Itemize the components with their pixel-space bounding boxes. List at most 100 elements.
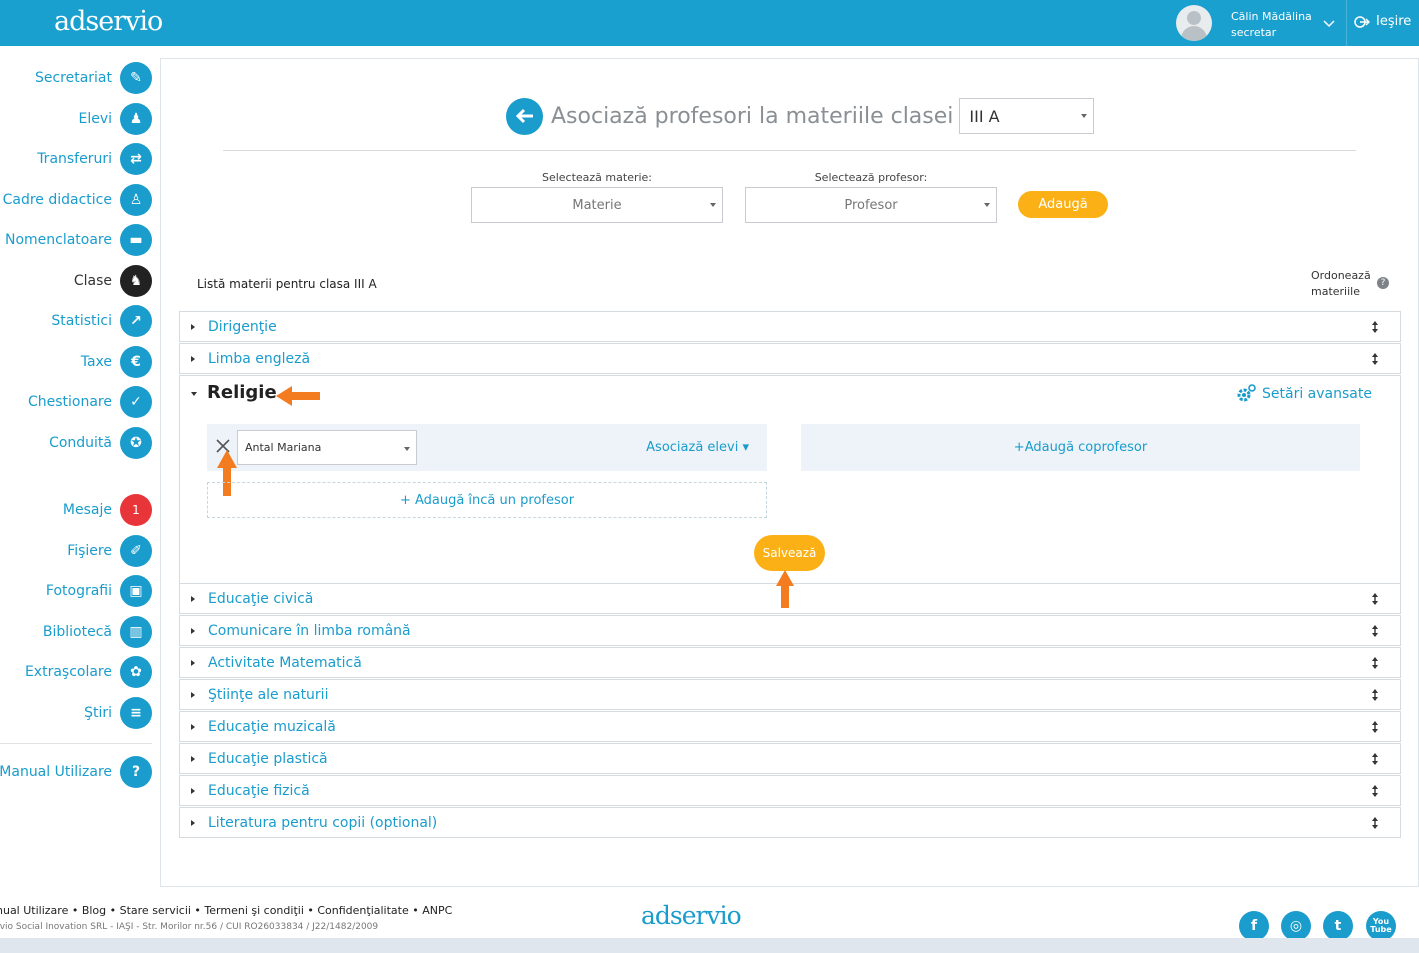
footer-company: rvio Social Inovation SRL - IAŞI - Str. … (0, 922, 379, 932)
sort-handle-icon[interactable] (1371, 817, 1379, 829)
subject-name: Educaţie muzicală (208, 718, 336, 735)
logout-label: Ieşire (1376, 14, 1412, 29)
subject-row[interactable]: Activitate Matematică (179, 647, 1401, 678)
sidebar-item-fotografii[interactable]: Fotografii ▣ (0, 574, 152, 608)
sidebar-item-biblioteca[interactable]: Bibliotecă ▥ (0, 615, 152, 649)
chevron-down-icon[interactable] (1322, 16, 1336, 30)
order-label-line: materiile (1311, 285, 1360, 298)
sidebar-item-clase[interactable]: Clase ♞ (0, 264, 152, 298)
sort-handle-icon[interactable] (1371, 689, 1379, 701)
sidebar: Secretariat ✎ Elevi ♟ Transferuri ⇄ Cadre d… (0, 46, 160, 887)
caret-right-icon (191, 787, 195, 794)
adservio-logo[interactable]: adservio (54, 6, 163, 37)
sidebar-item-taxe[interactable]: Taxe € (0, 345, 152, 379)
sidebar-item-transferuri[interactable]: Transferuri ⇄ (0, 142, 152, 176)
teacher-select[interactable]: Antal Mariana (237, 430, 417, 465)
teacher-box: Antal Mariana Asociază elevi ▾ (207, 424, 767, 471)
class-select[interactable]: III A (959, 98, 1095, 134)
add-another-teacher-button[interactable]: + Adaugă încă un profesor (207, 482, 767, 518)
class-select-value: III A (969, 106, 1000, 126)
subject-name: Comunicare în limba română (208, 622, 411, 639)
subject-name[interactable]: Religie (207, 382, 277, 403)
help-icon[interactable]: ? (1377, 277, 1389, 289)
sidebar-item-label: Transferuri (37, 151, 112, 167)
logout-button[interactable]: Ieşire (1354, 14, 1411, 29)
advanced-settings-link[interactable]: Setări avansate (1235, 384, 1372, 404)
back-button[interactable] (506, 97, 543, 135)
sort-handle-icon[interactable] (1371, 657, 1379, 669)
order-subjects-label[interactable]: Ordonează materiile (1311, 268, 1371, 300)
subject-row[interactable]: Dirigenţie (179, 311, 1401, 342)
sidebar-item-extrascolare[interactable]: Extraşcolare ✿ (0, 655, 152, 689)
page-title: Asociază profesori la materiile clasei (551, 103, 954, 129)
materie-select[interactable]: Materie (471, 187, 723, 223)
news-icon: ≡ (120, 697, 152, 729)
sort-handle-icon[interactable] (1371, 625, 1379, 637)
sidebar-item-label: Cadre didactice (2, 192, 112, 208)
caret-down-icon[interactable] (191, 392, 197, 396)
subject-name: Activitate Matematică (208, 654, 362, 671)
subject-name: Limba engleză (208, 350, 311, 367)
student-icon: ♟ (120, 103, 152, 135)
sidebar-item-label: Mesaje (62, 502, 112, 518)
sort-handle-icon[interactable] (1371, 785, 1379, 797)
caret-right-icon (191, 659, 195, 666)
user-avatar[interactable] (1176, 5, 1212, 41)
caret-right-icon (191, 355, 195, 362)
sidebar-item-elevi[interactable]: Elevi ♟ (0, 102, 152, 136)
subject-row[interactable]: Educaţie muzicală (179, 711, 1401, 742)
sort-handle-icon[interactable] (1371, 753, 1379, 765)
logout-icon (1354, 15, 1370, 28)
profesor-select-value: Profesor (844, 197, 898, 213)
user-role: secretar (1231, 26, 1277, 39)
subject-expanded: Religie Setări avansate Antal Mariana As… (179, 375, 1401, 584)
youtube-icon[interactable]: You Tube (1366, 911, 1396, 941)
divider (1346, 0, 1347, 46)
sort-handle-icon[interactable] (1371, 721, 1379, 733)
footer-logo[interactable]: adservio (641, 901, 742, 930)
twitter-icon[interactable]: t (1323, 911, 1353, 941)
sidebar-item-chestionare[interactable]: Chestionare ✓ (0, 385, 152, 419)
facebook-icon[interactable]: f (1239, 911, 1269, 941)
caret-right-icon (191, 627, 195, 634)
sidebar-item-secretariat[interactable]: Secretariat ✎ (0, 61, 152, 95)
subject-name: Educaţie fizică (208, 782, 310, 799)
subject-row[interactable]: Comunicare în limba română (179, 615, 1401, 646)
teacher-select-value: Antal Mariana (245, 441, 322, 454)
advanced-settings-label: Setări avansate (1262, 386, 1372, 402)
subject-row[interactable]: Limba engleză (179, 343, 1401, 374)
transfer-icon: ⇄ (120, 143, 152, 175)
classes-icon: ♞ (120, 265, 152, 297)
sort-handle-icon[interactable] (1371, 321, 1379, 333)
subject-row[interactable]: Literatura pentru copii (optional) (179, 807, 1401, 838)
sidebar-item-fisiere[interactable]: Fişiere ✐ (0, 534, 152, 568)
save-button[interactable]: Salvează (754, 535, 825, 571)
subject-name: Educaţie civică (208, 590, 314, 607)
sidebar-item-label: Taxe (80, 354, 112, 370)
instagram-icon[interactable]: ◎ (1281, 911, 1311, 941)
subject-row[interactable]: Educaţie fizică (179, 775, 1401, 806)
add-button[interactable]: Adaugă (1018, 191, 1108, 218)
sidebar-item-manual[interactable]: Manual Utilizare? (0, 755, 152, 789)
profesor-select[interactable]: Profesor (745, 187, 997, 223)
conduct-icon: ✪ (120, 427, 152, 459)
sort-handle-icon[interactable] (1371, 353, 1379, 365)
sidebar-item-stiri[interactable]: Ştiri ≡ (0, 696, 152, 730)
sidebar-item-cadre-didactice[interactable]: Cadre didactice ♙ (0, 183, 152, 217)
subject-row[interactable]: Ştiinţe ale naturii (179, 679, 1401, 710)
associate-students-link[interactable]: Asociază elevi ▾ (646, 440, 749, 455)
add-coprofessor-button[interactable]: +Adaugă coprofesor (801, 424, 1360, 471)
top-bar: adservio Călin Mădălina secretar Ieşire (0, 0, 1419, 46)
subject-row[interactable]: Educaţie plastică (179, 743, 1401, 774)
gear-icon (1237, 384, 1256, 402)
sidebar-item-statistici[interactable]: Statistici ↗ (0, 304, 152, 338)
sidebar-item-conduita[interactable]: Conduită ✪ (0, 426, 152, 460)
materie-label: Selectează materie: (541, 171, 653, 184)
sidebar-item-nomenclatoare[interactable]: Nomenclatoare ▬ (0, 223, 152, 257)
paperclip-icon: ✐ (120, 535, 152, 567)
footer-links[interactable]: nual Utilizare • Blog • Stare servicii •… (0, 904, 452, 917)
sort-handle-icon[interactable] (1371, 593, 1379, 605)
sidebar-item-mesaje[interactable]: Mesaje 1 (0, 493, 152, 527)
user-name[interactable]: Călin Mădălina (1231, 10, 1312, 23)
sidebar-item-label: Conduită (49, 435, 112, 451)
